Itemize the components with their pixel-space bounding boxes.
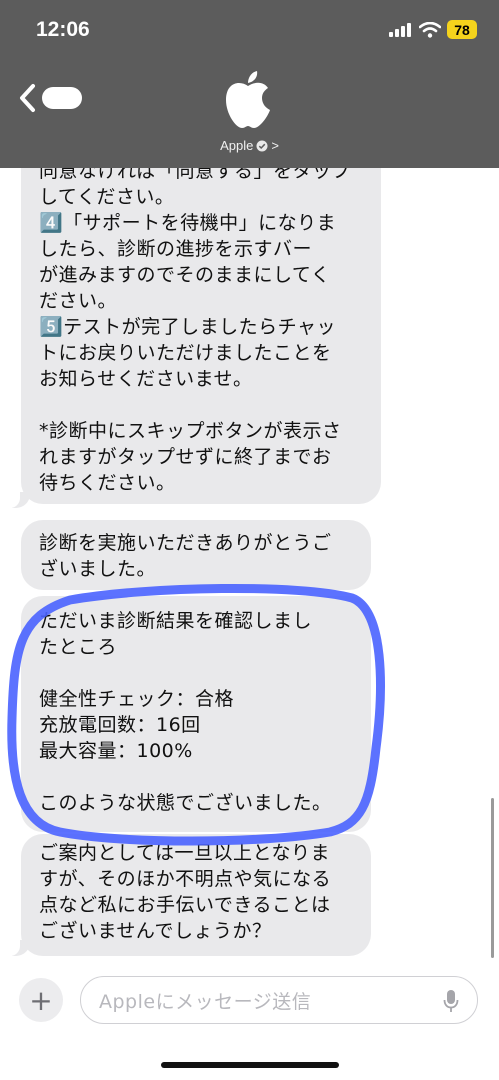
scroll-indicator[interactable] [491,798,494,958]
message-input-placeholder: Appleにメッセージ送信 [99,990,312,1013]
message-input[interactable]: Appleにメッセージ送信 [80,976,478,1024]
verified-badge-icon [256,140,268,151]
contact-name: Apple [220,138,254,153]
cellular-signal-icon [389,22,411,37]
message-bubble: ただいま診断結果を確認しまし たところ 健全性チェック：合格 充放電回数：16回… [21,596,371,832]
message-bubble: 診断を実施いただきありがとうご ざいました。 [21,520,371,590]
chevron-left-icon [20,84,35,112]
wifi-icon [419,21,441,38]
plus-icon: + [29,983,53,1017]
unread-count-badge [42,87,82,109]
status-icons: 78 [389,20,477,39]
status-time: 12:06 [36,18,90,41]
message-bubble: 同意なければ「同意する」をタップ してください。 4️⃣「サポートを待機中」にな… [21,168,381,504]
add-attachment-button[interactable]: + [19,978,63,1022]
bubble-tail [6,488,30,508]
contact-name-button[interactable]: Apple > [0,138,499,153]
battery-icon: 78 [447,20,477,39]
bubble-tail [6,936,30,956]
chevron-right-icon: > [271,138,279,153]
message-bubble: ご案内としては一旦以上となりま すが、そのほか不明点や気になる 点など私にお手伝… [21,834,371,956]
microphone-icon[interactable] [443,989,459,1013]
home-indicator[interactable] [161,1062,339,1068]
apple-logo-icon[interactable] [222,68,274,130]
chat-header: 12:06 78 Apple > [0,0,499,168]
back-button[interactable] [18,80,90,116]
message-list[interactable]: 同意なければ「同意する」をタップ してください。 4️⃣「サポートを待機中」にな… [0,168,499,970]
